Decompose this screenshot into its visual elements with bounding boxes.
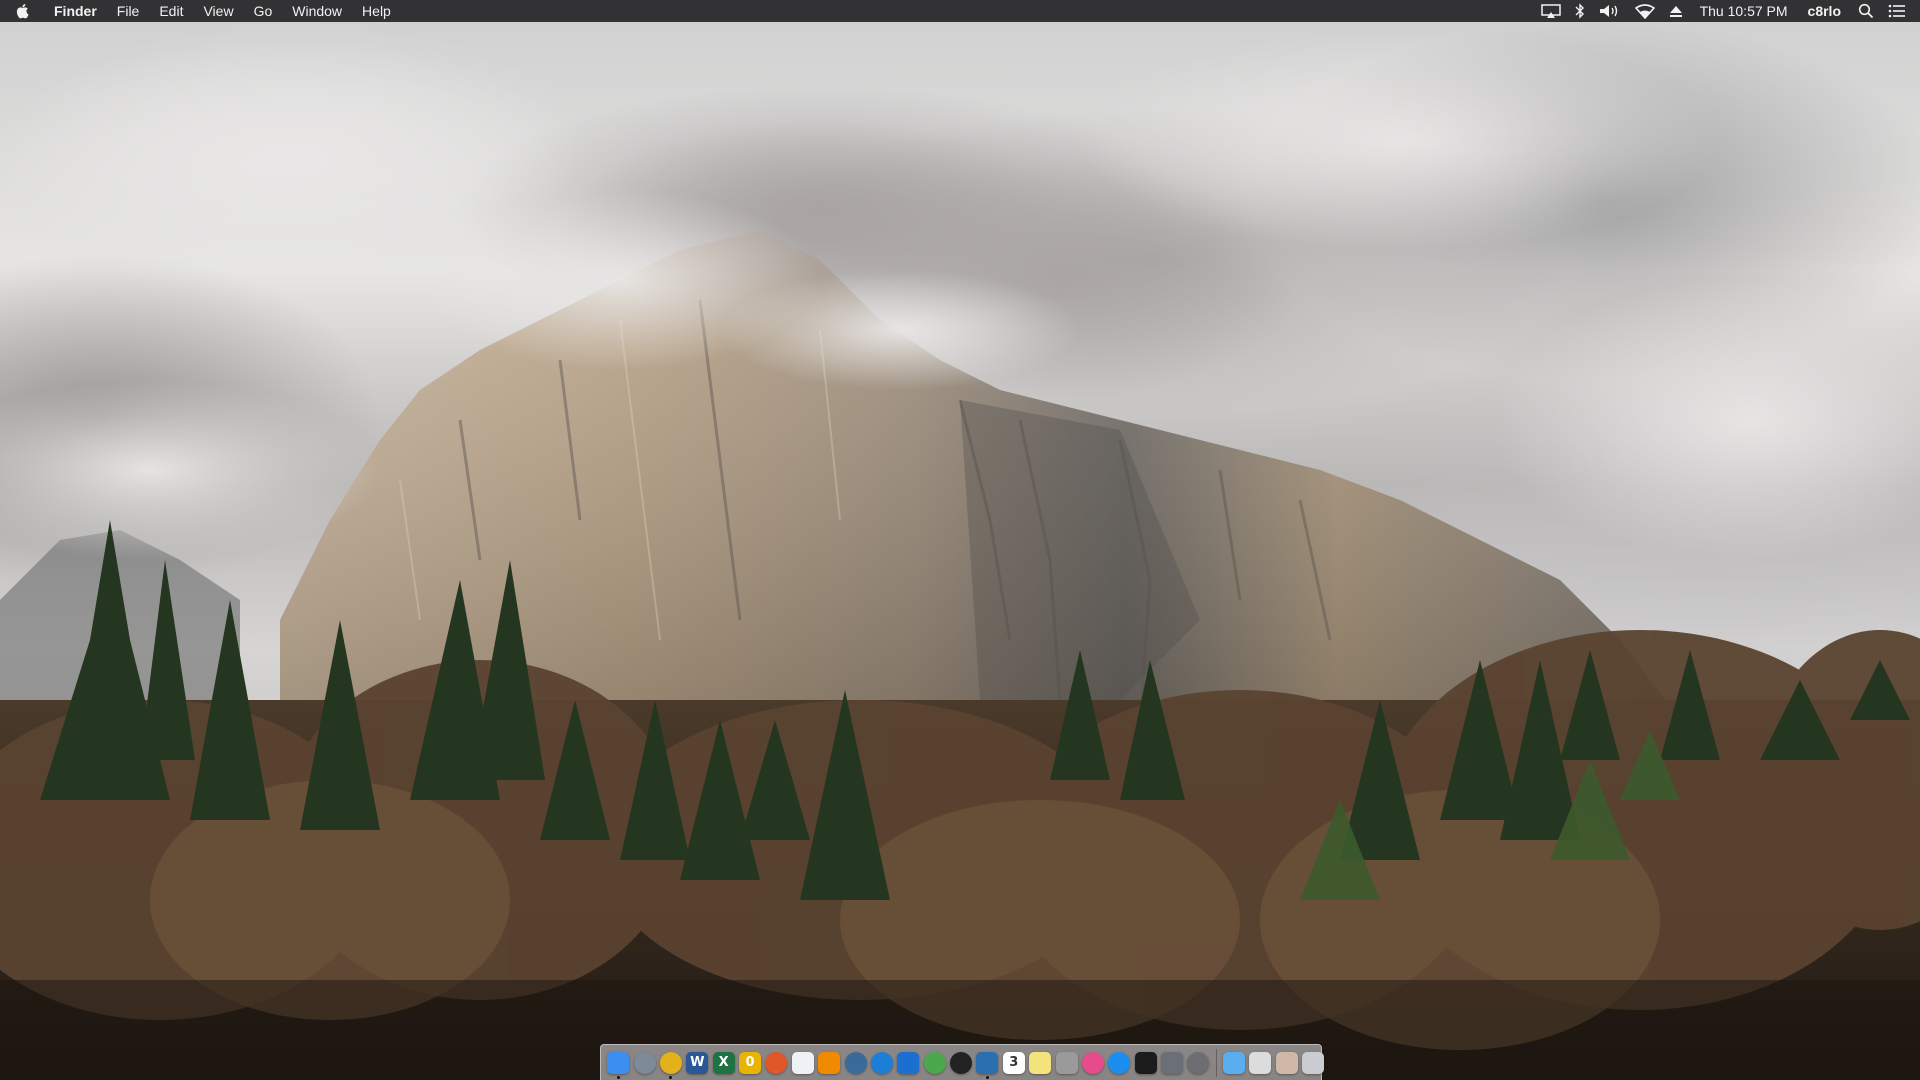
dock-preview-icon[interactable] (791, 1051, 814, 1074)
spotlight-search-icon[interactable] (1851, 0, 1881, 22)
dock-app-screen-icon[interactable] (1161, 1051, 1184, 1074)
dock-apps: WX 0 3 (605, 1051, 1212, 1079)
apple-logo-svg (16, 4, 29, 19)
dock-finder-icon[interactable] (607, 1051, 630, 1079)
dock-app-grey-icon[interactable] (1055, 1051, 1078, 1074)
dock-word-glyph: W (690, 1055, 705, 1070)
menu-edit[interactable]: Edit (149, 0, 193, 22)
wifi-svg (1634, 3, 1655, 19)
menu-help[interactable]: Help (352, 0, 401, 22)
dock-itunes-icon[interactable] (1081, 1051, 1104, 1074)
bluetooth-icon[interactable] (1568, 0, 1592, 22)
eject-icon[interactable] (1662, 0, 1690, 22)
fast-user-switch[interactable]: c8rlo (1798, 0, 1851, 22)
dock-xcode-icon[interactable] (976, 1051, 999, 1079)
apple-icon[interactable] (0, 0, 44, 22)
menu-bar-left: Finder File Edit View Go Window Help (0, 0, 401, 22)
dock-excel-icon[interactable]: X (712, 1051, 735, 1074)
dock-firefox-icon[interactable] (765, 1051, 788, 1074)
dock-launchpad-icon[interactable] (633, 1051, 656, 1074)
dock-separator (1215, 1048, 1217, 1077)
menu-clock[interactable]: Thu 10:57 PM (1690, 0, 1798, 22)
dock-calendar-icon[interactable]: 3 (1002, 1051, 1025, 1074)
wallpaper-art (0, 30, 1920, 1080)
dock-edge-icon[interactable] (870, 1051, 893, 1074)
volume-icon[interactable] (1592, 0, 1628, 22)
running-indicator (616, 1075, 620, 1079)
dock-app-o-glyph: 0 (745, 1055, 755, 1070)
menu-view[interactable]: View (193, 0, 243, 22)
desktop-wallpaper (0, 0, 1920, 1080)
dock: WX 0 3 (600, 1044, 1324, 1080)
bluetooth-svg (1575, 3, 1584, 19)
dock-app-store-icon[interactable] (1108, 1051, 1131, 1074)
dock-chrome-icon[interactable] (659, 1051, 682, 1079)
airplay-icon[interactable] (1534, 0, 1568, 22)
dock-app-disk-icon[interactable] (950, 1051, 973, 1074)
dock-app-c-icon[interactable] (844, 1051, 867, 1074)
airplay-svg (1540, 4, 1561, 18)
notification-center-icon[interactable] (1881, 0, 1920, 22)
dock-app-o-icon[interactable]: 0 (739, 1051, 762, 1074)
dock-documents-stack-icon[interactable] (1249, 1051, 1272, 1074)
dock-vlc-icon[interactable] (818, 1051, 841, 1074)
running-indicator (669, 1075, 673, 1079)
dock-stacks (1221, 1051, 1327, 1074)
menu-bar: Finder File Edit View Go Window Help Thu… (0, 0, 1920, 22)
volume-svg (1599, 5, 1617, 17)
dock-teamviewer-icon[interactable] (897, 1051, 920, 1074)
wifi-icon[interactable] (1628, 0, 1662, 22)
dock-utorrent-icon[interactable] (923, 1051, 946, 1074)
dock-excel-glyph: X (718, 1055, 729, 1070)
menu-file[interactable]: File (107, 0, 150, 22)
spotlight-svg (1858, 3, 1874, 19)
menu-app-name[interactable]: Finder (44, 0, 107, 22)
dock-word-icon[interactable]: W (686, 1051, 709, 1074)
dock-notes-icon[interactable] (1029, 1051, 1052, 1074)
eject-svg (1669, 6, 1682, 17)
dock-trash-icon[interactable] (1301, 1051, 1324, 1074)
dock-folder-stack-icon[interactable] (1222, 1051, 1245, 1074)
running-indicator (985, 1075, 989, 1079)
menu-go[interactable]: Go (244, 0, 283, 22)
dock-system-preferences-icon[interactable] (1187, 1051, 1210, 1074)
dock-downloads-stack-icon[interactable] (1275, 1051, 1298, 1074)
menu-bar-right: Thu 10:57 PM c8rlo (1534, 0, 1920, 22)
dock-terminal-icon[interactable] (1134, 1051, 1157, 1074)
dock-calendar-glyph: 3 (1009, 1055, 1019, 1070)
menu-window[interactable]: Window (282, 0, 352, 22)
notification-center-svg (1888, 4, 1905, 18)
